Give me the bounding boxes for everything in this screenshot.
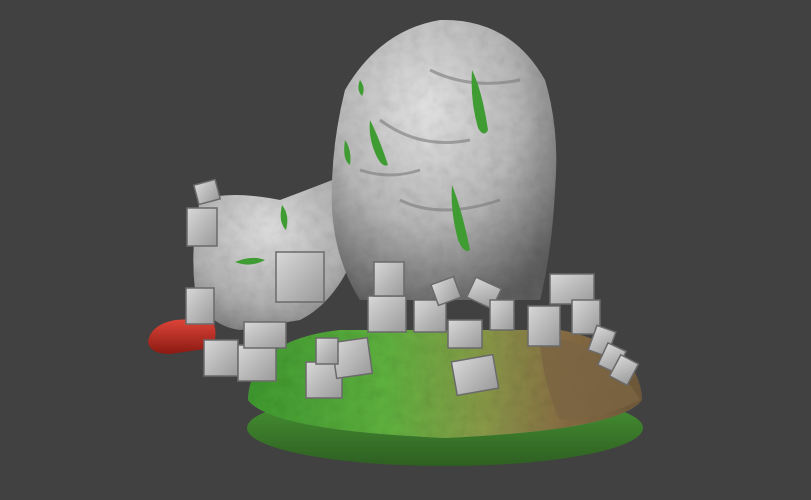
stone-block <box>243 321 287 349</box>
stone-block <box>275 251 325 303</box>
stone-block <box>185 287 215 325</box>
stone-block <box>489 299 515 331</box>
stone-block <box>237 344 277 382</box>
stone-block <box>450 353 500 397</box>
3d-viewport[interactable] <box>0 0 811 500</box>
sculpt-render <box>148 19 643 466</box>
stone-block <box>186 207 218 247</box>
stone-block <box>367 295 407 333</box>
rock-mound <box>331 19 557 300</box>
stone-block <box>527 305 561 347</box>
stone-block <box>203 339 239 377</box>
stone-block <box>447 319 483 349</box>
stone-block <box>315 337 339 365</box>
stone-block <box>373 261 405 297</box>
